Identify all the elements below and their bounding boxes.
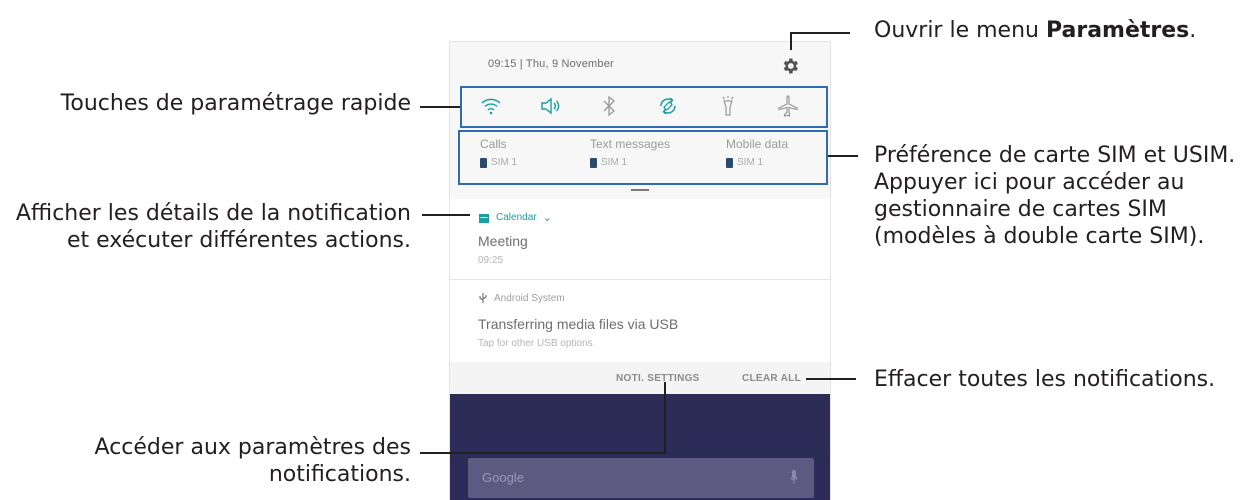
callout-text: Afficher les détails de la notification [15,201,411,226]
noti-settings-button[interactable]: NOTI. SETTINGS [616,373,700,384]
callout-text: (modèles à double carte SIM). [874,224,1205,249]
notification-subtitle: 09:25 [478,255,504,266]
callout-text: gestionnaire de cartes SIM [874,197,1167,222]
callout-notification: Afficher les détails de la notification … [16,200,411,254]
notification-title: Meeting [478,233,528,249]
callout-line [664,382,666,452]
notification-app-name: Calendar [496,212,537,223]
callout-line [420,452,666,454]
callout-line [828,155,858,157]
notification-title: Transferring media files via USB [478,316,679,332]
notification-panel-header: 09:15 | Thu, 9 November [450,42,830,84]
notification-calendar[interactable]: Calendar ⌄ Meeting 09:25 [450,199,830,280]
callout-line [790,32,850,34]
callout-text: et exécuter différentes actions. [66,228,411,253]
callout-line [422,214,470,216]
drag-handle[interactable] [631,189,649,191]
callout-line [790,32,792,50]
callout-line [806,378,856,380]
callout-quick-settings: Touches de paramétrage rapide [60,91,411,116]
callout-text: Préférence de carte SIM et USIM. [874,143,1236,168]
callout-settings: Ouvrir le menu Paramètres. [874,17,1196,44]
callout-noti-settings: Accéder aux paramètres des notifications… [95,434,411,488]
notification-app-name: Android System [494,292,565,304]
notification-usb[interactable]: Android System Transferring media files … [450,280,830,362]
sim-highlight [458,130,828,185]
search-bar[interactable]: Google [468,458,814,498]
chevron-down-icon[interactable]: ⌄ [543,211,552,224]
panel-handle[interactable] [450,187,830,199]
callout-bold: Paramètres [1045,18,1190,43]
home-wallpaper: Google [450,394,830,500]
calendar-icon [479,213,489,223]
callout-line [420,106,460,108]
callout-clear-all: Effacer toutes les notifications. [874,367,1216,392]
quick-settings-highlight [460,86,828,128]
callout-sim: Préférence de carte SIM et USIM. Appuyer… [874,142,1235,250]
phone-screen: 09:15 | Thu, 9 November Calls SIM 1 Text… [450,42,830,500]
mic-icon[interactable] [790,469,798,485]
gear-icon[interactable] [780,56,800,76]
date-time: 09:15 | Thu, 9 November [488,58,614,70]
notification-subtitle: Tap for other USB options. [478,338,596,349]
notification-actions-bar: NOTI. SETTINGS CLEAR ALL [450,362,830,394]
clear-all-button[interactable]: CLEAR ALL [742,373,801,384]
usb-icon [479,293,487,303]
callout-text: . [1189,18,1197,43]
callout-text: Accéder aux paramètres des [94,435,411,460]
callout-text: notifications. [268,462,411,487]
search-label: Google [482,470,524,485]
callout-text: Ouvrir le menu [874,18,1046,43]
callout-text: Appuyer ici pour accéder au [874,170,1185,195]
